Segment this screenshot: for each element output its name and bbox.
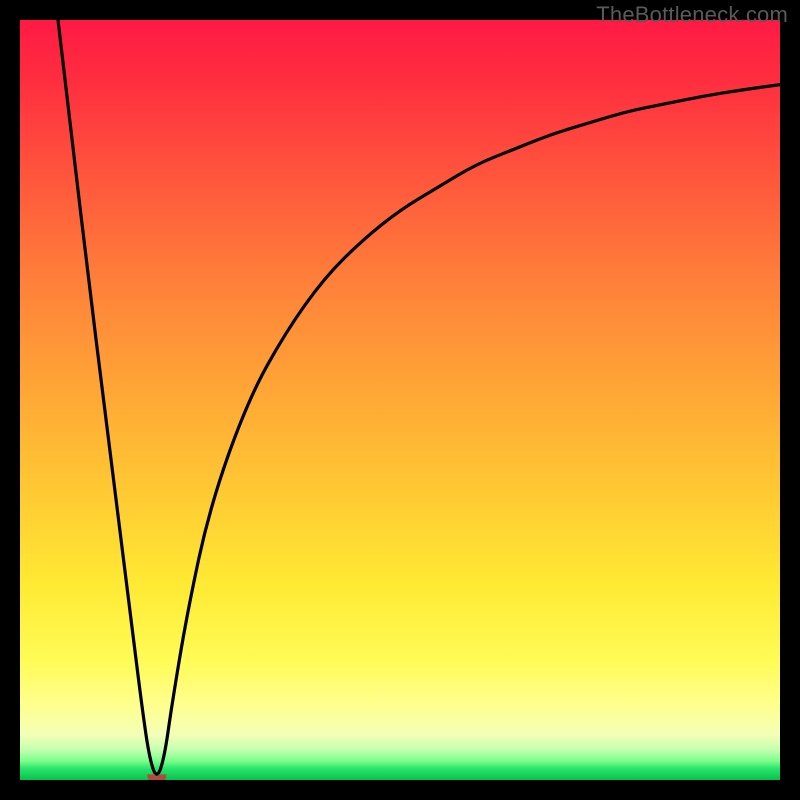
- bottleneck-curve: [58, 20, 780, 774]
- curve-svg: [20, 20, 780, 780]
- chart-frame: TheBottleneck.com: [0, 0, 800, 800]
- plot-area: [20, 20, 780, 780]
- watermark-text: TheBottleneck.com: [596, 2, 788, 28]
